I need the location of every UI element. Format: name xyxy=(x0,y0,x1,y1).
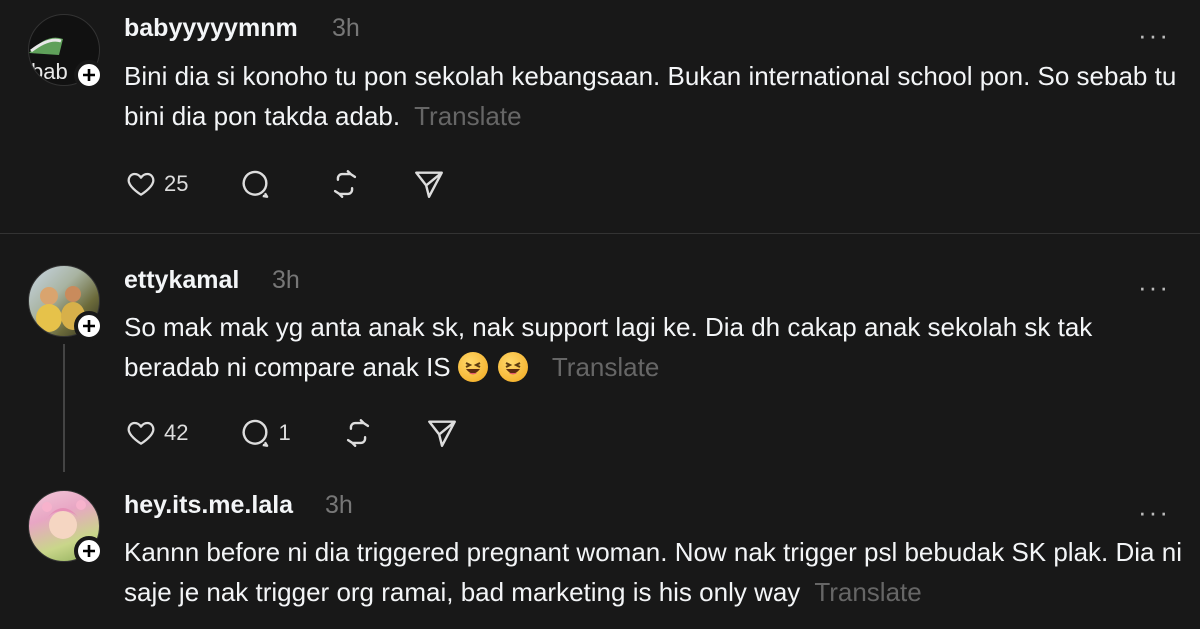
post-time: 3h xyxy=(272,266,300,294)
repost-icon xyxy=(346,419,369,447)
follow-plus-icon[interactable] xyxy=(74,60,104,90)
post-text-content: Kannn before ni dia triggered pregnant w… xyxy=(124,537,1182,607)
reply-button[interactable] xyxy=(238,167,278,201)
post-divider xyxy=(0,233,1200,234)
follow-plus-icon[interactable] xyxy=(74,536,104,566)
translate-link[interactable]: Translate xyxy=(814,577,921,607)
repost-button[interactable] xyxy=(328,167,362,201)
share-button[interactable] xyxy=(412,167,446,201)
like-count: 25 xyxy=(164,171,189,196)
heart-icon xyxy=(127,172,155,196)
like-count: 42 xyxy=(164,420,189,445)
heart-icon xyxy=(127,421,155,445)
post-text: Bini dia si konoho tu pon sekolah kebang… xyxy=(124,56,1184,136)
avatar-2[interactable] xyxy=(28,265,104,341)
avatar-text: bab xyxy=(31,59,68,84)
like-button[interactable]: 42 xyxy=(124,417,188,449)
post-text: Kannn before ni dia triggered pregnant w… xyxy=(124,532,1184,612)
follow-plus-icon[interactable] xyxy=(74,311,104,341)
comment-icon xyxy=(242,170,269,198)
post-text-content: Bini dia si konoho tu pon sekolah kebang… xyxy=(124,61,1177,131)
repost-icon xyxy=(334,170,357,198)
action-bar: 42 1 xyxy=(124,413,509,453)
more-options-icon[interactable]: ··· xyxy=(1138,274,1170,300)
more-options-icon[interactable]: ··· xyxy=(1138,499,1170,525)
action-bar: 25 xyxy=(124,164,496,204)
username[interactable]: hey.its.me.lala xyxy=(124,491,293,520)
comment-icon xyxy=(242,419,269,447)
reply-button[interactable]: 1 xyxy=(238,416,291,450)
share-button[interactable] xyxy=(425,416,459,450)
reply-count: 1 xyxy=(278,420,291,445)
post-time: 3h xyxy=(332,14,360,42)
avatar-3[interactable] xyxy=(28,490,104,566)
grinning-squinting-face-emoji xyxy=(497,352,528,382)
username[interactable]: ettykamal xyxy=(124,266,239,295)
post-time: 3h xyxy=(325,491,353,519)
grinning-squinting-face-emoji xyxy=(457,352,488,382)
more-options-icon[interactable]: ··· xyxy=(1138,22,1170,48)
send-icon xyxy=(427,420,456,447)
repost-button[interactable] xyxy=(341,416,375,450)
send-icon xyxy=(415,171,444,198)
like-button[interactable]: 25 xyxy=(124,168,188,200)
avatar-1[interactable]: bab xyxy=(28,14,104,90)
post-text: So mak mak yg anta anak sk, nak support … xyxy=(124,307,1184,387)
translate-link[interactable]: Translate xyxy=(552,352,659,382)
thread-connector-line xyxy=(63,344,65,472)
username[interactable]: babyyyyymnm xyxy=(124,14,298,43)
translate-link[interactable]: Translate xyxy=(414,101,521,131)
